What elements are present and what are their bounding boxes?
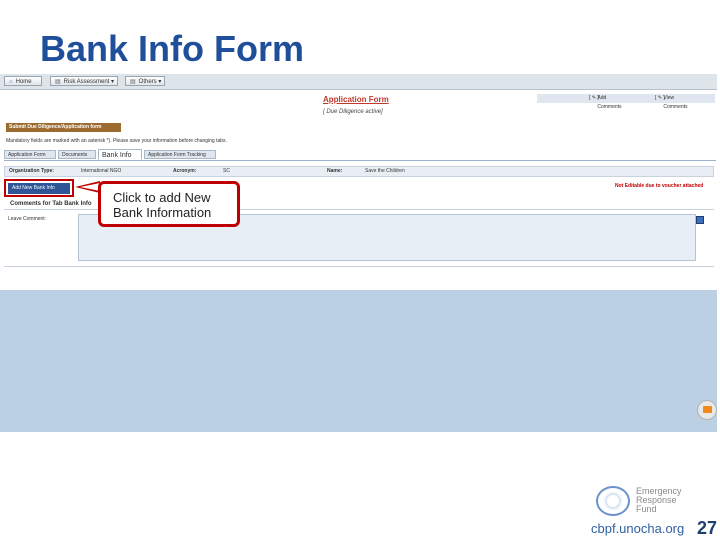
chat-icon[interactable] [697,400,717,420]
comments-toolbar: [ ✎ Add Comments ] [ ✎ View Comments ] [537,94,715,110]
acronym-value: SC [223,168,230,174]
page-number: 27 [697,518,718,538]
tab-application-form-tracking[interactable]: Application Form Tracking [144,150,216,159]
due-diligence-status: [ Due Diligence active] [323,109,383,115]
slide-title: Bank Info Form [40,28,305,69]
app-screenshot: ⌂ Home ▤ Risk Assessment ▾ ▤ Others ▾ Appli… [0,70,717,432]
callout-arrow-inner [80,183,100,191]
form-tabs: Application Form Documents Bank Info App… [4,149,716,161]
tab-application-form[interactable]: Application Form [4,150,56,159]
footer-url: cbpf.unocha.org [591,521,685,536]
un-emblem-icon [596,486,630,516]
tab-documents[interactable]: Documents [58,150,96,159]
not-editable-notice: Not Editable due to voucher attached [615,183,704,189]
org-type-label: Organization Type: [9,168,54,174]
nav-risk-assessment-button[interactable]: ▤ Risk Assessment ▾ [50,76,118,86]
erf-logo-text: Emergency Response Fund [636,486,682,514]
organization-info-row: Organization Type: International NGO Acr… [4,166,714,177]
nav-home-button[interactable]: ⌂ Home [4,76,42,86]
add-comments-link[interactable]: [ ✎ Add Comments ] [589,94,622,110]
callout-box: Click to add New Bank Information [98,181,240,227]
nav-bar: ⌂ Home ▤ Risk Assessment ▾ ▤ Others ▾ [0,74,717,90]
callout-line-1: Click to add New [113,190,211,205]
folder-icon: ▤ [55,79,61,85]
application-form-title: Application Form [323,95,389,104]
acronym-label: Acronym: [173,168,197,174]
leave-comment-label: Leave Comment: [8,216,47,222]
home-icon: ⌂ [9,79,13,85]
tab-bank-info[interactable]: Bank Info [98,149,142,160]
comments-heading: Comments for Tab Bank Info [10,201,92,207]
name-label: Name: [327,168,343,174]
org-type-value: International NGO [81,168,122,174]
panel-divider [4,266,714,277]
add-new-bank-info-button[interactable]: Add New Bank Info [8,183,70,194]
callout-line-2: Bank Information [113,205,212,220]
mandatory-note: Mandatory fields are marked with an aste… [6,138,227,144]
view-comments-link[interactable]: [ ✎ View Comments ] [655,94,688,110]
form-area: ⌂ Home ▤ Risk Assessment ▾ ▤ Others ▾ Appli… [0,70,717,290]
nav-others-button[interactable]: ▤ Others ▾ [125,76,165,86]
save-icon[interactable] [696,216,704,224]
folder-icon: ▤ [130,79,136,85]
submit-due-diligence-button[interactable]: Submit Due Diligence/Application form [6,123,121,132]
name-value: Save the Children [365,168,405,174]
